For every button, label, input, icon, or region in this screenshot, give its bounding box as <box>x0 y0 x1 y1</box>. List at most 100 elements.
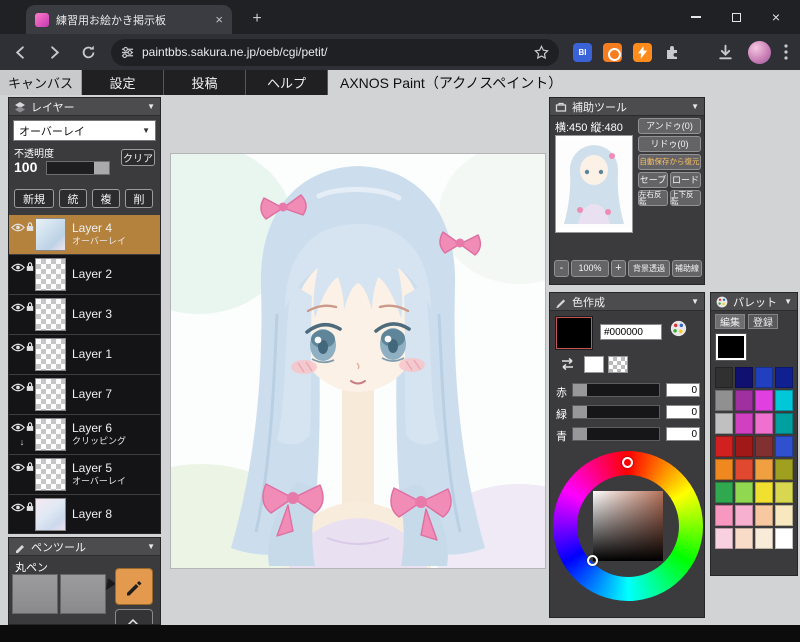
lock-icon[interactable] <box>26 219 34 237</box>
palette-picker-icon[interactable] <box>670 320 687 342</box>
eye-icon[interactable] <box>10 339 25 357</box>
tab-canvas[interactable]: キャンバス <box>0 70 82 95</box>
palette-color-swatch[interactable] <box>775 528 793 549</box>
layer-thumbnail[interactable] <box>35 258 66 291</box>
swap-colors-icon[interactable] <box>558 357 577 376</box>
bookmark-star-icon[interactable] <box>534 44 549 60</box>
undo-button[interactable]: アンドゥ(0) <box>638 118 701 134</box>
layer-thumbnail[interactable] <box>35 498 66 531</box>
palette-color-swatch[interactable] <box>715 436 733 457</box>
layer-thumbnail[interactable] <box>35 458 66 491</box>
lock-icon[interactable] <box>26 339 34 357</box>
palette-color-swatch[interactable] <box>735 390 753 411</box>
pen-size-preview-2[interactable] <box>60 574 106 614</box>
layer-thumbnail[interactable] <box>35 378 66 411</box>
palette-color-swatch[interactable] <box>755 505 773 526</box>
back-button[interactable] <box>7 39 34 66</box>
sv-marker[interactable] <box>587 555 598 566</box>
hue-marker[interactable] <box>622 457 633 468</box>
secondary-color-swatch[interactable] <box>584 356 604 373</box>
layer-duplicate-button[interactable]: 複 <box>92 189 120 208</box>
extension-bi-icon[interactable]: BI <box>573 42 592 62</box>
palette-color-swatch[interactable] <box>715 528 733 549</box>
opacity-slider-handle[interactable] <box>94 162 109 174</box>
red-slider-handle[interactable] <box>573 384 587 396</box>
palette-color-swatch[interactable] <box>755 436 773 457</box>
drawing-canvas[interactable] <box>96 144 609 604</box>
minimize-button[interactable] <box>676 0 716 34</box>
reload-button[interactable] <box>75 39 102 66</box>
lock-icon[interactable] <box>26 299 34 317</box>
layer-merge-button[interactable]: 統 <box>59 189 87 208</box>
eye-icon[interactable] <box>10 219 25 237</box>
blue-slider-handle[interactable] <box>573 428 587 440</box>
load-button[interactable]: ロード <box>670 172 701 188</box>
opacity-slider[interactable] <box>46 161 110 175</box>
site-info-icon[interactable] <box>121 46 134 59</box>
palette-color-swatch[interactable] <box>755 459 773 480</box>
collapse-icon[interactable]: ▼ <box>691 102 699 111</box>
layer-row[interactable]: Layer 5 オーバーレイ <box>9 455 160 495</box>
lock-icon[interactable] <box>26 419 34 437</box>
zoom-out-button[interactable]: - <box>554 260 569 277</box>
extension-orange-icon[interactable] <box>603 42 622 62</box>
collapse-icon[interactable]: ▼ <box>147 542 155 551</box>
eye-icon[interactable] <box>10 299 25 317</box>
red-slider[interactable] <box>572 383 660 397</box>
extensions-puzzle-icon[interactable] <box>663 43 681 61</box>
maximize-button[interactable] <box>716 0 756 34</box>
palette-color-swatch[interactable] <box>715 367 733 388</box>
layer-thumbnail[interactable] <box>35 338 66 371</box>
hex-color-input[interactable] <box>600 324 662 340</box>
zoom-level-button[interactable]: 100% <box>571 260 609 277</box>
transparent-color-swatch[interactable] <box>608 356 628 373</box>
collapse-icon[interactable]: ▼ <box>784 297 792 306</box>
collapse-icon[interactable]: ▼ <box>691 297 699 306</box>
eye-icon[interactable] <box>10 259 25 277</box>
lock-icon[interactable] <box>26 459 34 477</box>
palette-color-swatch[interactable] <box>775 413 793 434</box>
layer-row[interactable]: Layer 3 <box>9 295 160 335</box>
palette-color-swatch[interactable] <box>735 528 753 549</box>
color-wheel[interactable] <box>553 451 703 601</box>
palette-color-swatch[interactable] <box>715 413 733 434</box>
browser-tab[interactable]: 練習用お絵かき掲示板 × <box>26 5 232 34</box>
layer-row[interactable]: Layer 8 <box>9 495 160 533</box>
palette-register-tab[interactable]: 登録 <box>748 314 778 329</box>
palette-color-swatch[interactable] <box>755 390 773 411</box>
download-icon[interactable] <box>716 43 735 62</box>
tab-close-icon[interactable]: × <box>215 13 223 26</box>
palette-color-swatch[interactable] <box>775 482 793 503</box>
tab-help[interactable]: ヘルプ <box>246 70 328 95</box>
green-slider[interactable] <box>572 405 660 419</box>
palette-color-swatch[interactable] <box>775 390 793 411</box>
new-tab-button[interactable]: + <box>246 8 268 30</box>
forward-button[interactable] <box>41 39 68 66</box>
pen-size-preview-1[interactable] <box>12 574 58 614</box>
guide-line-button[interactable]: 補助線 <box>672 260 702 277</box>
flip-vertical-button[interactable]: 上下反転 <box>670 190 701 206</box>
palette-color-swatch[interactable] <box>755 482 773 503</box>
redo-button[interactable]: リドゥ(0) <box>638 136 701 152</box>
palette-edit-tab[interactable]: 編集 <box>715 314 745 329</box>
zoom-in-button[interactable]: + <box>611 260 626 277</box>
eye-icon[interactable] <box>10 379 25 397</box>
eye-icon[interactable] <box>10 459 25 477</box>
profile-avatar[interactable] <box>748 40 771 64</box>
green-slider-handle[interactable] <box>573 406 587 418</box>
layer-row[interactable]: ↓ Layer 6 クリッピング <box>9 415 160 455</box>
layer-row[interactable]: Layer 2 <box>9 255 160 295</box>
palette-panel-header[interactable]: パレット ▼ <box>711 293 797 311</box>
layer-row[interactable]: Layer 4 オーバーレイ <box>9 215 160 255</box>
layer-row[interactable]: Layer 7 <box>9 375 160 415</box>
palette-color-swatch[interactable] <box>735 413 753 434</box>
eraser-tool-button[interactable] <box>115 609 153 624</box>
blue-slider[interactable] <box>572 427 660 441</box>
palette-color-swatch[interactable] <box>735 436 753 457</box>
tab-settings[interactable]: 設定 <box>82 70 164 95</box>
saturation-value-square[interactable] <box>593 491 663 561</box>
url-bar[interactable]: paintbbs.sakura.ne.jp/oeb/cgi/petit/ <box>111 38 559 66</box>
current-color-swatch[interactable] <box>556 317 592 349</box>
layer-thumbnail[interactable] <box>35 418 66 451</box>
close-button[interactable]: × <box>756 0 796 34</box>
